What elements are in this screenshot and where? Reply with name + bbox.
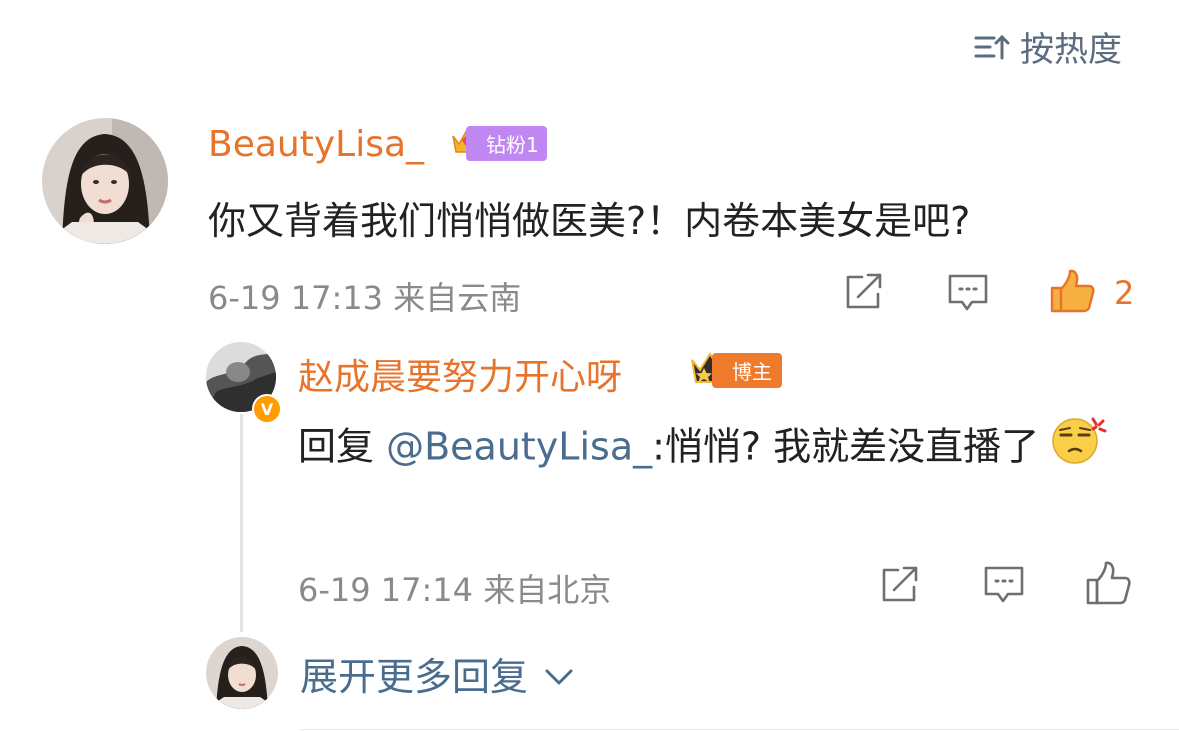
comment-icon — [946, 274, 990, 318]
reply-text: 回复 @BeautyLisa_:悄悄? 我就差没直播了 — [298, 415, 1128, 483]
like-count: 2 — [1114, 274, 1135, 312]
reply-comment-button[interactable] — [982, 564, 1026, 610]
fan-badge-label: 钻粉1 — [466, 125, 547, 161]
mention-link[interactable]: @BeautyLisa_ — [386, 425, 652, 469]
fan-level-badge[interactable]: 6 钻粉1 — [450, 124, 547, 162]
more-replies-avatar — [206, 637, 278, 709]
comment-username[interactable]: BeautyLisa_ — [208, 124, 424, 165]
chevron-down-icon — [544, 652, 574, 696]
avatar[interactable] — [42, 118, 168, 244]
like-icon — [1084, 561, 1132, 610]
thread-line — [240, 414, 243, 632]
reply-prefix: 回复 — [298, 424, 387, 469]
reply-meta: 6-19 17:14 来自北京 — [298, 571, 612, 609]
verified-v-icon: V — [252, 394, 282, 424]
like-button[interactable]: 2 — [1048, 268, 1134, 318]
reply-like-button[interactable] — [1084, 560, 1132, 610]
share-icon — [842, 273, 886, 316]
reply-username[interactable]: 赵成晨要努力开心呀 — [298, 348, 622, 400]
expand-more-replies-button[interactable]: 展开更多回复 — [300, 646, 574, 701]
comment-text: 你又背着我们悄悄做医美?！内卷本美女是吧? — [208, 199, 971, 243]
comment-meta: 6-19 17:13 来自云南 — [208, 279, 522, 317]
host-badge-label: 博主 — [712, 352, 782, 388]
sort-label: 按热度 — [1020, 30, 1122, 70]
expand-label: 展开更多回复 — [300, 655, 529, 699]
divider — [300, 729, 1179, 730]
annoyed-face-emoji — [1049, 415, 1107, 483]
reply-share-button[interactable] — [878, 565, 922, 609]
sort-by-heat-button[interactable]: 按热度 — [972, 22, 1122, 71]
comment-icon — [982, 566, 1026, 610]
reply-comment-button[interactable] — [946, 272, 990, 318]
host-badge[interactable]: II 博主 — [690, 350, 782, 390]
like-icon — [1048, 268, 1096, 318]
share-icon — [878, 566, 922, 609]
sort-icon — [972, 31, 1010, 63]
share-button[interactable] — [842, 272, 886, 316]
reply-body: :悄悄? 我就差没直播了 — [652, 424, 1040, 469]
